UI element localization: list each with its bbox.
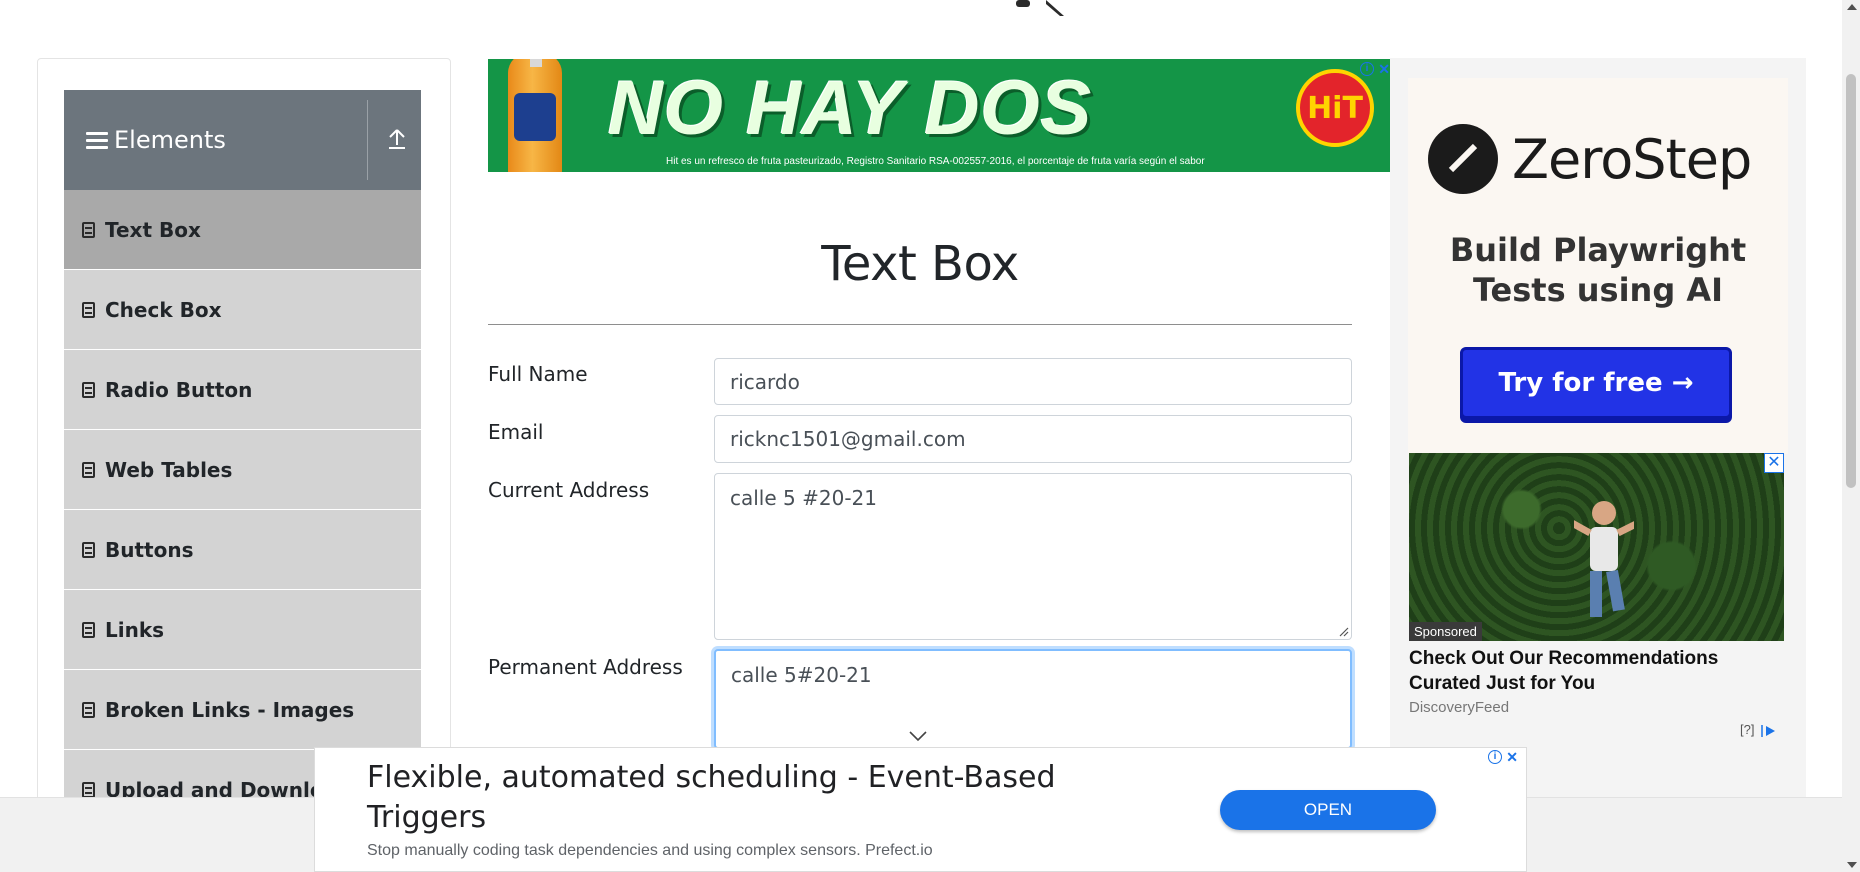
full-name-label: Full Name <box>488 362 588 386</box>
sidebar-item-links[interactable]: Links <box>64 590 421 670</box>
sidebar-item-buttons[interactable]: Buttons <box>64 510 421 590</box>
header-divider <box>367 100 368 180</box>
email-input[interactable]: ricknc1501@gmail.com <box>714 415 1352 463</box>
permanent-address-textarea[interactable]: calle 5#20-21 <box>714 649 1352 749</box>
scroll-down-icon[interactable] <box>1847 862 1857 868</box>
sidebar-item-label: Broken Links - Images <box>105 697 355 722</box>
bottom-ad-headline[interactable]: Flexible, automated scheduling - Event-B… <box>367 758 1127 838</box>
zerostep-brand: ZeroStep <box>1512 128 1752 191</box>
close-icon[interactable]: ✕ <box>1378 61 1390 78</box>
banner-fine-print: Hit es un refresco de fruta pasteurizado… <box>666 156 1205 167</box>
permanent-address-value: calle 5#20-21 <box>731 663 872 687</box>
document-icon <box>82 221 95 238</box>
page-title: Text Box <box>821 236 1019 292</box>
sidebar-item-label: Web Tables <box>105 457 233 482</box>
sidebar-item-check-box[interactable]: Check Box <box>64 270 421 350</box>
elements-group-header[interactable]: Elements <box>64 90 421 190</box>
open-button[interactable]: OPEN <box>1220 790 1436 830</box>
sidebar-item-broken-links[interactable]: Broken Links - Images <box>64 670 421 750</box>
top-banner-ad[interactable]: NO HAY DOS Hit es un refresco de fruta p… <box>488 59 1390 172</box>
zerostep-tagline: Build Playwright Tests using AI <box>1449 231 1747 309</box>
sidebar-menu: Text Box Check Box Radio Button Web Tabl… <box>64 190 421 830</box>
banner-headline: NO HAY DOS <box>608 66 1093 151</box>
title-divider <box>488 324 1352 325</box>
sidebar-item-text-box[interactable]: Text Box <box>64 190 421 270</box>
sidebar-item-radio-button[interactable]: Radio Button <box>64 350 421 430</box>
vertical-scrollbar[interactable] <box>1842 0 1860 872</box>
sponsored-image[interactable] <box>1409 453 1784 641</box>
sidebar-item-label: Links <box>105 617 165 642</box>
group-title: Elements <box>114 126 226 154</box>
resize-grip-icon[interactable] <box>1339 627 1349 637</box>
chevron-down-icon[interactable] <box>908 730 928 742</box>
site-logo-fragment[interactable] <box>1010 0 1066 16</box>
email-label: Email <box>488 420 544 444</box>
sidebar-item-label: Buttons <box>105 537 194 562</box>
sponsored-badge: Sponsored <box>1409 622 1482 641</box>
bottle-image <box>508 59 562 172</box>
hamburger-icon <box>86 131 108 149</box>
collapse-upload-icon[interactable] <box>386 126 408 152</box>
sidebar-item-label: Check Box <box>105 297 222 322</box>
brand-logo: HiT <box>1296 69 1374 147</box>
current-address-textarea[interactable]: calle 5 #20-21 <box>714 473 1352 640</box>
sponsored-title[interactable]: Check Out Our Recommendations Curated Ju… <box>1409 646 1789 696</box>
current-address-label: Current Address <box>488 478 650 502</box>
current-address-value: calle 5 #20-21 <box>730 486 877 510</box>
document-icon <box>82 701 95 718</box>
permanent-address-label: Permanent Address <box>488 655 683 679</box>
close-icon[interactable]: ✕ <box>1506 749 1518 766</box>
try-for-free-button[interactable]: Try for free → <box>1460 347 1732 419</box>
document-icon <box>82 541 95 558</box>
document-icon <box>82 621 95 638</box>
help-link[interactable]: [?] <box>1740 722 1754 737</box>
document-icon <box>82 381 95 398</box>
sidebar-item-web-tables[interactable]: Web Tables <box>64 430 421 510</box>
close-icon[interactable]: ✕ <box>1764 453 1784 473</box>
full-name-input[interactable]: ricardo <box>714 358 1352 405</box>
adchoices-icon[interactable] <box>1760 724 1778 738</box>
bottom-ad-choices[interactable]: i ✕ <box>1488 748 1518 766</box>
person-jumping-image <box>1574 501 1634 617</box>
bottom-ad-description: Stop manually coding task dependencies a… <box>367 842 933 859</box>
document-icon <box>82 781 95 798</box>
document-icon <box>82 301 95 318</box>
info-icon[interactable]: i <box>1360 62 1374 76</box>
zerostep-logo-icon <box>1428 124 1498 194</box>
sidebar-item-label: Text Box <box>105 217 201 242</box>
ad-choices[interactable]: i ✕ <box>1360 60 1390 78</box>
info-icon[interactable]: i <box>1488 750 1502 764</box>
document-icon <box>82 461 95 478</box>
sponsored-source[interactable]: DiscoveryFeed <box>1409 699 1509 716</box>
sponsored-help[interactable]: [?] <box>1740 722 1778 738</box>
sidebar-item-label: Radio Button <box>105 377 253 402</box>
scroll-up-icon[interactable] <box>1847 4 1857 10</box>
scroll-thumb[interactable] <box>1846 74 1856 488</box>
page: Elements Text Box Check Box Radio Button… <box>0 0 1860 872</box>
bottom-ad[interactable]: Flexible, automated scheduling - Event-B… <box>314 747 1527 872</box>
